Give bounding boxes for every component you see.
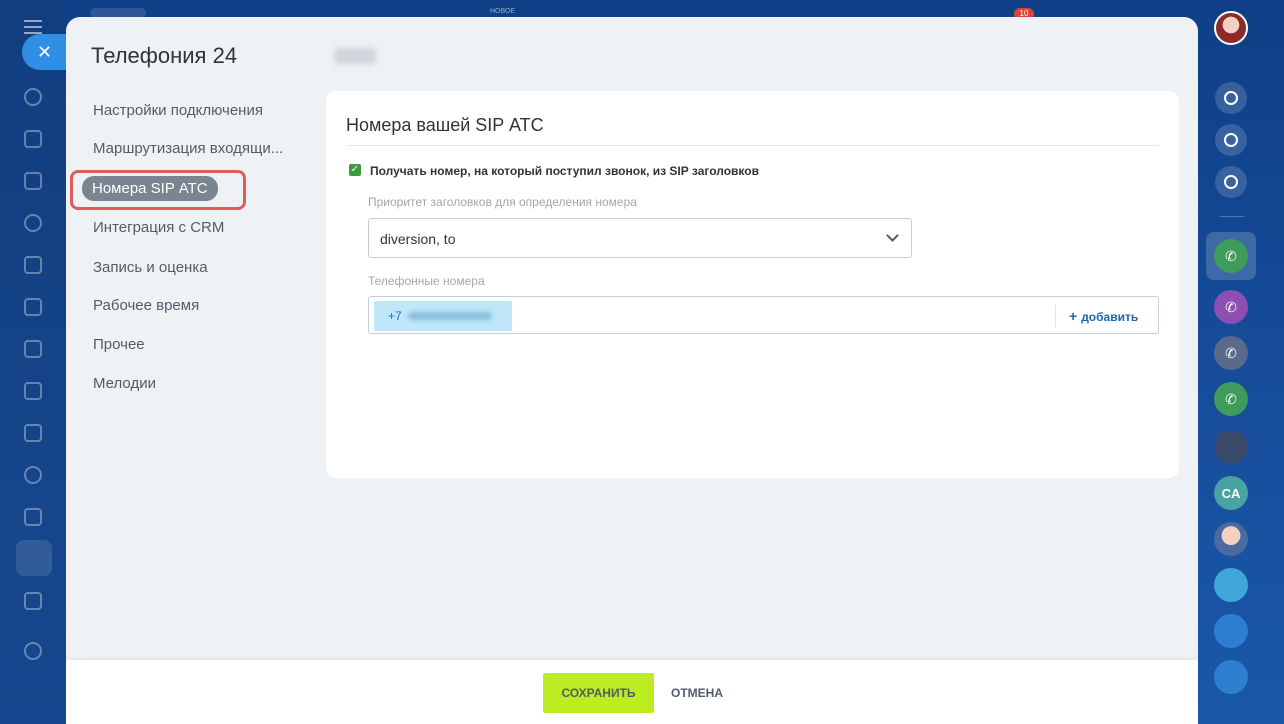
nav-item-connection-settings[interactable]: Настройки подключения xyxy=(93,102,263,119)
add-phone-label: добавить xyxy=(1081,310,1139,324)
phone-line-icon[interactable]: ✆ xyxy=(1214,382,1248,416)
nav-item-incoming-routing[interactable]: Маршрутизация входящи... xyxy=(93,140,283,157)
calendar-icon[interactable] xyxy=(24,256,42,274)
search-chat-icon[interactable] xyxy=(1215,166,1247,198)
board-icon[interactable] xyxy=(24,340,42,358)
nav-item-melodies[interactable]: Мелодии xyxy=(93,375,156,392)
crm-funnel-icon[interactable] xyxy=(16,540,52,576)
phone-line-icon[interactable]: ✆ xyxy=(1214,290,1248,324)
footer-bar: СОХРАНИТЬ ОТМЕНА xyxy=(66,660,1198,724)
hexagon-icon[interactable] xyxy=(24,214,42,232)
contact-avatar[interactable] xyxy=(1214,522,1248,556)
chat-bubble-icon[interactable] xyxy=(1214,568,1248,602)
nav-item-work-time[interactable]: Рабочее время xyxy=(93,297,199,314)
close-icon: ✕ xyxy=(37,42,53,62)
drive-icon[interactable] xyxy=(24,382,42,400)
phone-number-tag[interactable]: +7 xyxy=(374,301,512,331)
contacts-icon[interactable] xyxy=(24,466,42,484)
nav-item-crm-integration[interactable]: Интеграция с CRM xyxy=(93,219,224,236)
sip-numbers-card: Номера вашей SIP АТС ✓ Получать номер, н… xyxy=(326,91,1179,478)
phone-line-icon[interactable]: ✆ xyxy=(1214,239,1248,273)
user-clock-icon[interactable] xyxy=(1214,660,1248,694)
priority-field-label: Приоритет заголовков для определения ном… xyxy=(368,195,637,209)
tasks-icon[interactable] xyxy=(24,508,42,526)
phone-line-icon[interactable]: ✆ xyxy=(1214,336,1248,370)
contact-avatar[interactable] xyxy=(1214,430,1248,464)
bookmark-icon[interactable] xyxy=(1214,614,1248,648)
user-avatar[interactable] xyxy=(1214,11,1248,45)
sites-icon[interactable] xyxy=(24,592,42,610)
menu-icon[interactable] xyxy=(24,20,42,34)
document-icon[interactable] xyxy=(24,298,42,316)
app-left-sidebar xyxy=(0,0,66,724)
chevron-down-icon xyxy=(886,229,899,242)
right-sidebar-separator xyxy=(1220,216,1244,217)
top-new-label: НОВОЕ xyxy=(490,8,516,15)
add-phone-button[interactable]: + добавить xyxy=(1069,308,1138,324)
bell-icon[interactable] xyxy=(1215,82,1247,114)
card-divider xyxy=(346,145,1159,146)
save-button[interactable]: СОХРАНИТЬ xyxy=(543,673,654,713)
blurred-header-label xyxy=(334,48,376,64)
priority-select[interactable]: diversion, to xyxy=(368,218,912,258)
sip-headers-checkbox[interactable]: ✓ xyxy=(349,164,361,176)
plus-icon: + xyxy=(1069,308,1078,324)
copilot-icon[interactable] xyxy=(1215,124,1247,156)
cancel-button[interactable]: ОТМЕНА xyxy=(671,673,723,713)
phone-tag-prefix: +7 xyxy=(388,309,402,323)
sip-headers-checkbox-label[interactable]: Получать номер, на который поступил звон… xyxy=(370,164,759,178)
phones-field-label: Телефонные номера xyxy=(368,274,485,288)
telephony-settings-panel: Телефония 24 Настройки подключения Маршр… xyxy=(66,17,1198,724)
app-right-sidebar: ✆ ✆ ✆ ✆ CA xyxy=(1198,0,1284,724)
nav-item-other[interactable]: Прочее xyxy=(93,336,145,353)
contact-initials-avatar[interactable]: CA xyxy=(1214,476,1248,510)
activity-icon[interactable] xyxy=(24,88,42,106)
chat-icon[interactable] xyxy=(24,130,42,148)
close-slider-button[interactable]: ✕ xyxy=(22,34,68,70)
phone-numbers-field[interactable]: +7 + добавить xyxy=(368,296,1159,334)
card-title: Номера вашей SIP АТС xyxy=(346,115,544,135)
settings-icon[interactable] xyxy=(24,642,42,660)
nav-item-recording[interactable]: Запись и оценка xyxy=(93,259,208,276)
mail-icon[interactable] xyxy=(24,424,42,442)
nav-item-sip-numbers[interactable]: Номера SIP АТС xyxy=(82,176,218,201)
field-separator xyxy=(1055,305,1056,327)
blurred-phone-number xyxy=(408,312,492,320)
feed-icon[interactable] xyxy=(24,172,42,190)
page-title: Телефония 24 xyxy=(91,43,238,68)
priority-select-value: diversion, to xyxy=(380,231,456,247)
